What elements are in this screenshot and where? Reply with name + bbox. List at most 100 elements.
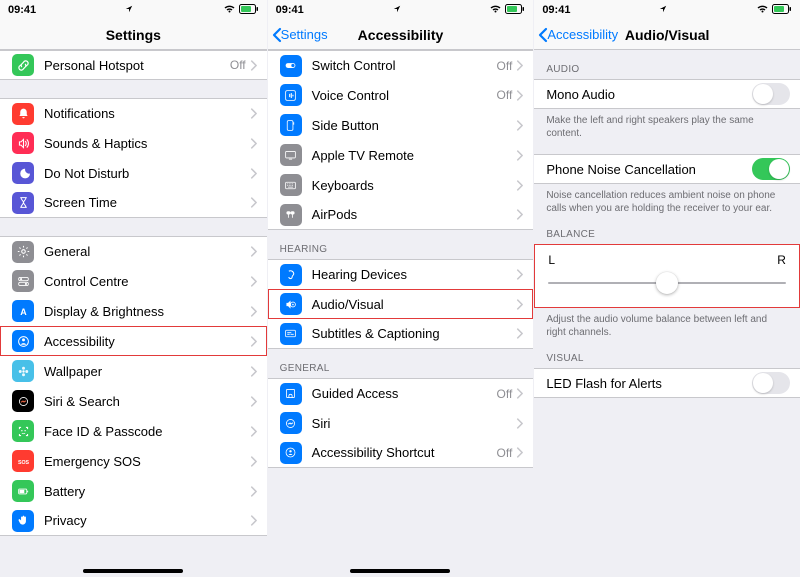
- noise-cancel-toggle[interactable]: [752, 158, 790, 180]
- battery-icon: [239, 4, 259, 17]
- home-indicator[interactable]: [350, 569, 450, 573]
- airpods-row[interactable]: AirPods: [268, 200, 534, 230]
- control-centre-row[interactable]: Control Centre: [0, 266, 267, 296]
- apple-tv-remote-row[interactable]: Apple TV Remote: [268, 140, 534, 170]
- status-bar: 09:41: [268, 0, 534, 20]
- audio-visual-list[interactable]: AUDIO Mono Audio Make the left and right…: [534, 50, 800, 398]
- chevron-right-icon: [250, 60, 257, 71]
- row-label: Personal Hotspot: [44, 58, 230, 73]
- back-button[interactable]: Accessibility: [538, 27, 618, 43]
- led-flash-row[interactable]: LED Flash for Alerts: [534, 368, 800, 398]
- privacy-row[interactable]: Privacy: [0, 506, 267, 536]
- chevron-right-icon: [516, 90, 523, 101]
- screen-time-row[interactable]: Screen Time: [0, 188, 267, 218]
- led-flash-toggle[interactable]: [752, 372, 790, 394]
- keyboards-row[interactable]: Keyboards: [268, 170, 534, 200]
- noise-cancel-row[interactable]: Phone Noise Cancellation: [534, 154, 800, 184]
- mono-audio-label: Mono Audio: [546, 87, 752, 102]
- chevron-right-icon: [250, 246, 257, 257]
- notifications-row[interactable]: Notifications: [0, 98, 267, 128]
- row-value: Off: [497, 387, 513, 401]
- hourglass-icon: [12, 192, 34, 214]
- row-label: Control Centre: [44, 274, 250, 289]
- emergency-sos-row[interactable]: SOSEmergency SOS: [0, 446, 267, 476]
- siri-row[interactable]: Siri: [268, 408, 534, 438]
- switch-control-row[interactable]: Switch ControlOff: [268, 50, 534, 80]
- battery-row[interactable]: Battery: [0, 476, 267, 506]
- chevron-right-icon: [250, 456, 257, 467]
- chevron-right-icon: [250, 515, 257, 526]
- audio-visual-row[interactable]: Audio/Visual: [268, 289, 534, 319]
- back-label: Accessibility: [547, 27, 618, 42]
- section-header-balance: BALANCE: [534, 215, 800, 244]
- row-label: Subtitles & Captioning: [312, 326, 517, 341]
- section-header: HEARING: [268, 230, 534, 259]
- siri-search-row[interactable]: Siri & Search: [0, 386, 267, 416]
- row-label: Sounds & Haptics: [44, 136, 250, 151]
- noise-cancel-label: Phone Noise Cancellation: [546, 162, 752, 177]
- chevron-right-icon: [516, 269, 523, 280]
- siri-icon: [12, 390, 34, 412]
- balance-slider[interactable]: [548, 273, 786, 293]
- battery-icon: [12, 480, 34, 502]
- bell-icon: [12, 103, 34, 125]
- location-icon: [393, 4, 401, 16]
- tv-icon: [280, 144, 302, 166]
- accessibility-row[interactable]: Accessibility: [0, 326, 267, 356]
- hand-icon: [12, 510, 34, 532]
- wallpaper-row[interactable]: Wallpaper: [0, 356, 267, 386]
- side-btn-icon: [280, 114, 302, 136]
- guided-access-row[interactable]: Guided AccessOff: [268, 378, 534, 408]
- home-indicator[interactable]: [83, 569, 183, 573]
- chevron-right-icon: [250, 276, 257, 287]
- chevron-right-icon: [250, 197, 257, 208]
- side-button-row[interactable]: Side Button: [268, 110, 534, 140]
- mono-audio-row[interactable]: Mono Audio: [534, 79, 800, 109]
- row-label: Wallpaper: [44, 364, 250, 379]
- face-id-passcode-row[interactable]: Face ID & Passcode: [0, 416, 267, 446]
- wifi-icon: [489, 4, 502, 16]
- sounds-haptics-row[interactable]: Sounds & Haptics: [0, 128, 267, 158]
- voice-control-row[interactable]: Voice ControlOff: [268, 80, 534, 110]
- personal-hotspot-row[interactable]: Personal HotspotOff: [0, 50, 267, 80]
- row-label: Switch Control: [312, 58, 497, 73]
- row-label: Voice Control: [312, 88, 497, 103]
- subtitles-captioning-row[interactable]: Subtitles & Captioning: [268, 319, 534, 349]
- row-label: Audio/Visual: [312, 297, 517, 312]
- row-value: Off: [497, 59, 513, 73]
- chevron-right-icon: [250, 138, 257, 149]
- audio-visual-screen: 09:41 Accessibility Audio/Visual AUDIO M…: [533, 0, 800, 577]
- row-label: Do Not Disturb: [44, 166, 250, 181]
- switch-ctrl-icon: [280, 55, 302, 77]
- slider-thumb[interactable]: [656, 272, 678, 294]
- sos-icon: SOS: [12, 450, 34, 472]
- balance-slider-box: L R: [534, 244, 800, 308]
- settings-list[interactable]: Personal HotspotOff Notifications Sounds &…: [0, 50, 267, 536]
- location-icon: [659, 4, 667, 16]
- back-button[interactable]: Settings: [272, 27, 328, 43]
- section-header-visual: VISUAL: [534, 339, 800, 368]
- section-header: GENERAL: [268, 349, 534, 378]
- hearing-devices-row[interactable]: Hearing Devices: [268, 259, 534, 289]
- row-label: Siri: [312, 416, 517, 431]
- display-brightness-row[interactable]: ADisplay & Brightness: [0, 296, 267, 326]
- row-label: Privacy: [44, 513, 250, 528]
- status-time: 09:41: [276, 4, 304, 16]
- back-label: Settings: [281, 27, 328, 42]
- accessibility-shortcut-row[interactable]: Accessibility ShortcutOff: [268, 438, 534, 468]
- chevron-right-icon: [516, 120, 523, 131]
- row-value: Off: [497, 446, 513, 460]
- mono-audio-toggle[interactable]: [752, 83, 790, 105]
- general-row[interactable]: General: [0, 236, 267, 266]
- accessibility-list[interactable]: Switch ControlOffVoice ControlOffSide Bu…: [268, 50, 534, 468]
- led-flash-label: LED Flash for Alerts: [546, 376, 752, 391]
- nav-bar: Settings Accessibility: [268, 20, 534, 50]
- page-title: Settings: [106, 27, 161, 43]
- status-time: 09:41: [542, 4, 570, 16]
- svg-text:A: A: [20, 306, 27, 316]
- location-icon: [125, 4, 133, 16]
- chevron-right-icon: [516, 299, 523, 310]
- row-label: Screen Time: [44, 195, 250, 210]
- do-not-disturb-row[interactable]: Do Not Disturb: [0, 158, 267, 188]
- chevron-right-icon: [250, 396, 257, 407]
